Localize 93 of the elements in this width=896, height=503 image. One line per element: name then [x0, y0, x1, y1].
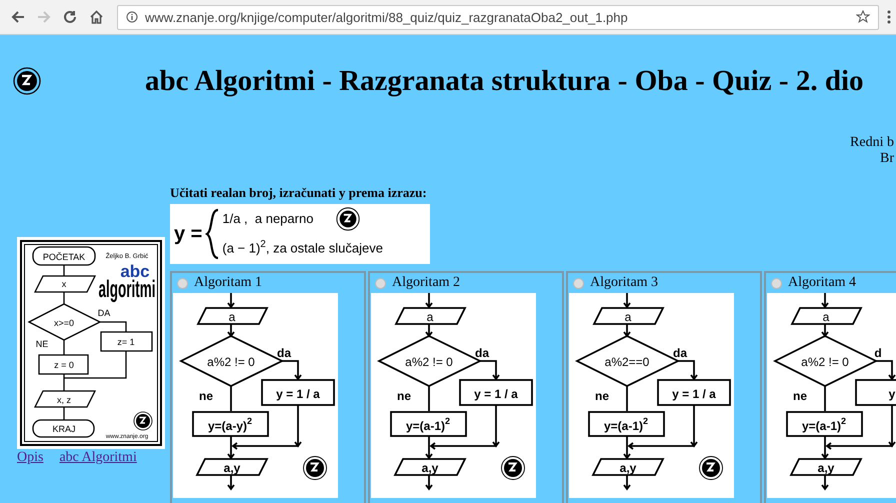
- no-label: NE: [36, 339, 48, 349]
- input-label: x: [62, 279, 66, 289]
- process-label: y=(a-y)$^{2}$: [208, 416, 252, 433]
- formula-lhs: y =: [174, 222, 202, 246]
- input-shape: [196, 307, 268, 325]
- condition-label: a%2 != 0: [207, 355, 255, 369]
- algorithm-label[interactable]: Algoritam 2: [392, 275, 460, 291]
- output-label: x, z: [57, 395, 71, 405]
- page-title: abc Algoritmi - Razgranata struktura - Oba - Quiz - 2. dio: [145, 64, 864, 98]
- yes-label: DA: [98, 308, 110, 318]
- input-label: a: [822, 310, 830, 324]
- nav-link[interactable]: Opis: [17, 450, 44, 466]
- end-label: KRAJ: [52, 424, 76, 434]
- yes-box-label: z= 1: [117, 337, 135, 347]
- flow-arrow: [281, 360, 302, 380]
- flow-line: [824, 386, 826, 411]
- flow-arrow: [623, 293, 631, 308]
- radio-button[interactable]: [573, 278, 584, 288]
- algorithm-label[interactable]: Algoritam 4: [788, 275, 856, 291]
- logo-icon: [303, 456, 327, 480]
- flow-line: [230, 386, 232, 411]
- process-label: y=(a-1)$^{2}$: [604, 416, 648, 433]
- no-label: ne: [793, 389, 807, 403]
- condition-label: x>=0: [54, 318, 74, 328]
- meta-label: Br: [879, 151, 894, 167]
- address-bar[interactable]: www.znanje.org/knjige/computer/algoritmi/88_quiz/quiz_razgranataOba2_out_1.php: [117, 4, 879, 30]
- flow-arrow: [227, 323, 235, 338]
- output-label: a,y: [224, 461, 240, 475]
- condition-label: a%2 != 0: [801, 355, 849, 369]
- flow-arrow: [623, 323, 631, 338]
- flow-arrow: [677, 360, 698, 380]
- meta-label: Redni b: [849, 135, 894, 151]
- flow-arrow: [821, 293, 829, 308]
- yes-label: d: [874, 346, 882, 360]
- radio-button[interactable]: [177, 278, 188, 288]
- flow-line: [626, 386, 628, 411]
- yes-label: da: [475, 346, 489, 360]
- logo-icon: [501, 456, 525, 480]
- input-shape: [394, 307, 466, 325]
- formula-case: (a − 1)$^{2}$, za ostale slučajeve: [222, 238, 383, 258]
- reload-icon[interactable]: [63, 10, 77, 24]
- back-icon[interactable]: [11, 10, 25, 24]
- home-icon[interactable]: [89, 10, 104, 24]
- process-label: y = 1 / a: [672, 387, 716, 401]
- condition-label: a%2 != 0: [405, 355, 453, 369]
- flow-line: [428, 386, 430, 411]
- no-label: ne: [199, 389, 213, 403]
- process-label: y=(a-1)$^{2}$: [802, 416, 846, 433]
- flow-arrow: [479, 360, 500, 380]
- output-label: a,y: [422, 461, 438, 475]
- question-text: Učitati realan broj, izračunati y prema izrazu:: [170, 185, 427, 201]
- output-label: a,y: [620, 461, 636, 475]
- process-label: y = 1 / a: [276, 387, 320, 401]
- flow-arrow: [425, 474, 433, 490]
- logo-icon: [12, 66, 42, 96]
- flow-arrow: [821, 474, 829, 490]
- yes-label: da: [277, 346, 291, 360]
- no-label: ne: [397, 389, 411, 403]
- process-label: y: [888, 387, 896, 401]
- condition-label: a%2==0: [604, 355, 650, 369]
- algorithm-label[interactable]: Algoritam 1: [194, 275, 262, 291]
- star-icon[interactable]: [856, 10, 870, 24]
- radio-button[interactable]: [375, 278, 386, 288]
- process-label: y=(a-1)$^{2}$: [406, 416, 450, 433]
- nav-link[interactable]: abc Algoritmi: [59, 450, 137, 466]
- logo-icon: [134, 412, 152, 430]
- input-label: a: [426, 310, 434, 324]
- input-shape: [790, 307, 862, 325]
- yes-label: da: [673, 346, 687, 360]
- flow-arrow: [821, 323, 829, 338]
- flow-arrow: [623, 474, 631, 490]
- flow-arrow: [875, 360, 896, 380]
- input-label: a: [228, 310, 236, 324]
- url-text: www.znanje.org/knjige/computer/algoritmi/88_quiz/quiz_razgranataOba2_out_1.php: [145, 10, 629, 24]
- output-label: a,y: [818, 461, 834, 475]
- info-icon[interactable]: [126, 11, 138, 23]
- flow-arrow: [227, 474, 235, 490]
- logo-icon: [699, 456, 723, 480]
- brace-icon: [205, 208, 220, 260]
- process-box: [855, 379, 896, 406]
- menu-icon[interactable]: [887, 10, 891, 24]
- formula-case: 1/a , a neparno: [222, 210, 314, 228]
- input-shape: [592, 307, 664, 325]
- algorithm-label[interactable]: Algoritam 3: [590, 275, 658, 291]
- flow-arrow: [425, 323, 433, 338]
- start-label: POČETAK: [42, 252, 86, 262]
- flow-arrow: [425, 293, 433, 308]
- input-label: a: [624, 310, 632, 324]
- no-label: ne: [595, 389, 609, 403]
- process-label: y = 1 / a: [474, 387, 518, 401]
- radio-button[interactable]: [771, 278, 782, 288]
- flow-arrow: [227, 293, 235, 308]
- no-box-label: z = 0: [54, 360, 74, 370]
